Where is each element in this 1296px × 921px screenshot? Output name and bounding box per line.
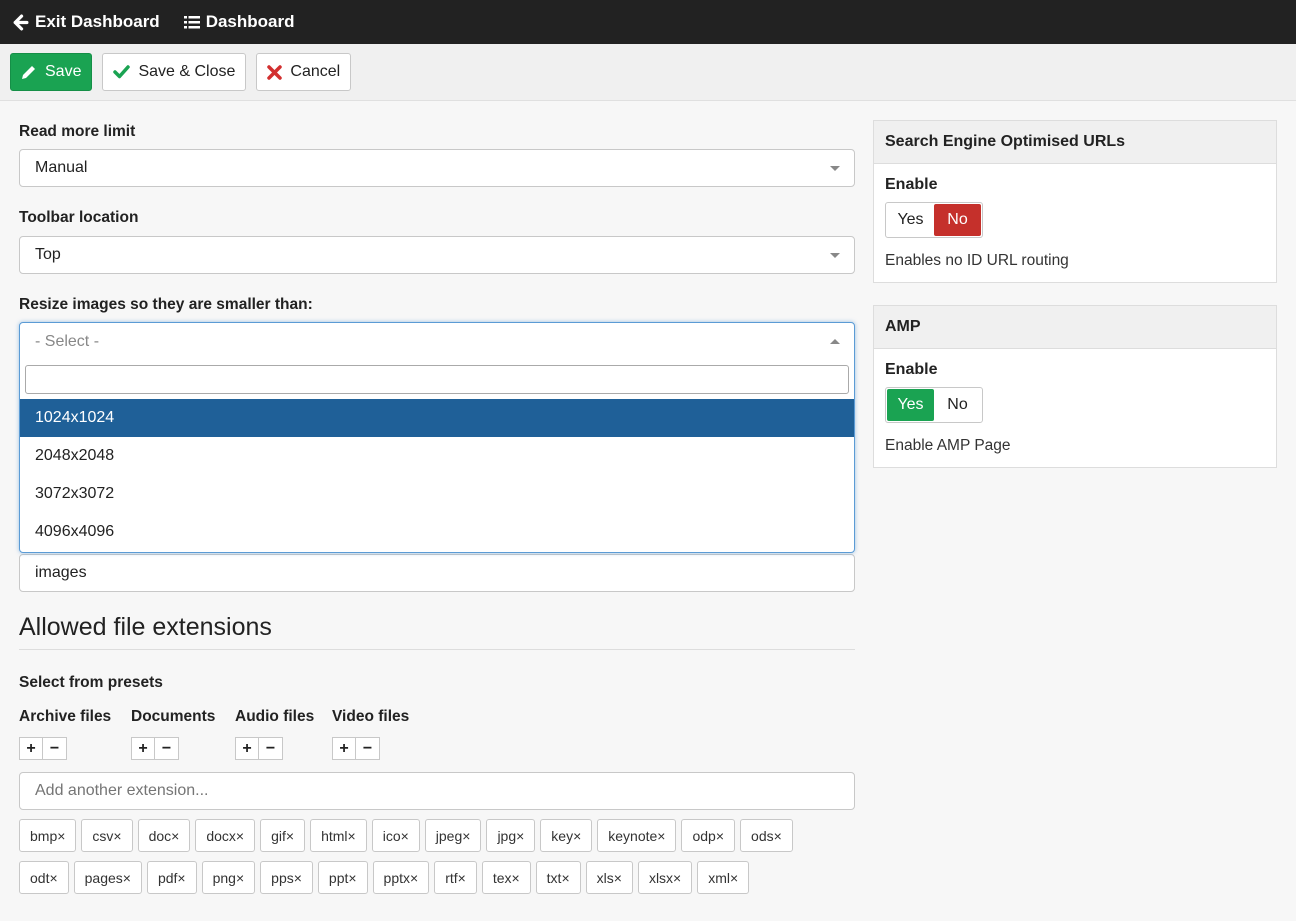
- amp-panel: AMP Enable Yes No Enable AMP Page: [873, 305, 1277, 468]
- check-icon: [113, 65, 131, 79]
- pencil-icon: [22, 66, 35, 79]
- seo-description: Enables no ID URL routing: [885, 252, 1069, 269]
- dropdown-option[interactable]: 2048x2048: [20, 437, 854, 475]
- amp-enable-toggle[interactable]: Yes No: [885, 387, 983, 423]
- extension-tag[interactable]: ppt×: [317, 861, 368, 894]
- yes-option[interactable]: Yes: [887, 204, 934, 236]
- chevron-down-icon: [830, 166, 840, 171]
- exit-dashboard-link[interactable]: Exit Dashboard: [12, 12, 160, 32]
- extension-tag[interactable]: gif×: [260, 819, 306, 852]
- extension-tag[interactable]: key×: [540, 819, 593, 852]
- extension-tags-row-2: odt× pages× pdf× png× pps× ppt× pptx× rtf× tex× t…: [19, 861, 819, 903]
- close-icon: [267, 64, 283, 80]
- preset-documents: Documents + −: [131, 708, 215, 760]
- dropdown-search-input[interactable]: [25, 365, 849, 394]
- extension-tag[interactable]: png×: [201, 861, 256, 894]
- amp-description: Enable AMP Page: [885, 437, 1011, 454]
- read-more-limit-value: Manual: [35, 159, 88, 176]
- plus-icon[interactable]: +: [131, 737, 155, 760]
- extension-tag[interactable]: doc×: [137, 819, 191, 852]
- toolbar-location-select[interactable]: Top: [19, 236, 855, 274]
- extension-tag[interactable]: xls×: [585, 861, 633, 894]
- extension-tag[interactable]: docx×: [195, 819, 256, 852]
- dashboard-link[interactable]: Dashboard: [183, 12, 295, 32]
- extension-tag[interactable]: xlsx×: [637, 861, 693, 894]
- minus-icon[interactable]: −: [259, 737, 283, 760]
- minus-icon[interactable]: −: [356, 737, 380, 760]
- seo-panel: Search Engine Optimised URLs Enable Yes …: [873, 120, 1277, 283]
- yes-option[interactable]: Yes: [887, 389, 934, 421]
- save-close-button[interactable]: Save & Close: [102, 53, 247, 91]
- dropdown-option[interactable]: 3072x3072: [20, 475, 854, 513]
- extension-tag[interactable]: odp×: [681, 819, 736, 852]
- chevron-down-icon: [830, 253, 840, 258]
- resize-images-select[interactable]: - Select -: [20, 323, 854, 361]
- extension-tag[interactable]: pps×: [260, 861, 313, 894]
- divider: [19, 649, 855, 650]
- extension-tags-row-1: bmp× csv× doc× docx× gif× html× ico× jpeg× jpg× k…: [19, 819, 819, 861]
- seo-enable-label: Enable: [885, 176, 938, 193]
- cancel-label: Cancel: [290, 63, 341, 80]
- allowed-extensions-heading: Allowed file extensions: [19, 613, 272, 641]
- preset-audio-files: Audio files + −: [235, 708, 314, 760]
- cancel-button[interactable]: Cancel: [256, 53, 352, 91]
- extension-tag[interactable]: xml×: [697, 861, 750, 894]
- seo-panel-title: Search Engine Optimised URLs: [874, 121, 1276, 164]
- amp-panel-title: AMP: [874, 306, 1276, 349]
- exit-dashboard-label: Exit Dashboard: [35, 12, 160, 31]
- dropdown-option[interactable]: 4096x4096: [20, 513, 854, 551]
- dropdown-option[interactable]: 1024x1024: [20, 399, 854, 437]
- plus-icon[interactable]: +: [19, 737, 43, 760]
- preset-label: Audio files: [235, 708, 315, 725]
- extension-tag[interactable]: html×: [310, 819, 367, 852]
- extension-tag[interactable]: csv×: [81, 819, 133, 852]
- extension-tag[interactable]: keynote×: [597, 819, 677, 852]
- save-button[interactable]: Save: [10, 53, 93, 91]
- preset-label: Archive files: [19, 708, 112, 725]
- extension-tag[interactable]: ico×: [371, 819, 420, 852]
- extension-tag[interactable]: pdf×: [146, 861, 197, 894]
- seo-enable-toggle[interactable]: Yes No: [885, 202, 983, 238]
- preset-archive-files: Archive files + −: [19, 708, 111, 760]
- plus-icon[interactable]: +: [235, 737, 259, 760]
- images-folder-field[interactable]: images: [19, 554, 855, 592]
- action-toolbar: Save Save & Close Cancel: [0, 44, 1296, 101]
- plus-icon[interactable]: +: [332, 737, 356, 760]
- dashboard-label: Dashboard: [205, 12, 295, 31]
- minus-icon[interactable]: −: [155, 737, 179, 760]
- extension-tag[interactable]: ods×: [740, 819, 793, 852]
- toolbar-location-label: Toolbar location: [19, 209, 139, 226]
- add-extension-input[interactable]: [19, 772, 855, 810]
- read-more-limit-label: Read more limit: [19, 123, 136, 140]
- extension-tag[interactable]: jpg×: [486, 819, 536, 852]
- extension-tag[interactable]: bmp×: [19, 819, 77, 852]
- resize-images-placeholder: - Select -: [35, 333, 100, 350]
- extension-tag[interactable]: jpeg×: [424, 819, 482, 852]
- top-bar: Exit Dashboard Dashboard: [0, 0, 1296, 44]
- no-option[interactable]: No: [934, 389, 981, 421]
- save-close-label: Save & Close: [138, 63, 236, 80]
- arrow-left-icon: [13, 14, 29, 30]
- extension-tag[interactable]: txt×: [535, 861, 581, 894]
- read-more-limit-select[interactable]: Manual: [19, 149, 855, 187]
- save-label: Save: [45, 63, 82, 80]
- list-icon: [183, 15, 200, 28]
- extension-tag[interactable]: odt×: [19, 861, 69, 894]
- presets-label: Select from presets: [19, 674, 163, 691]
- extension-tag[interactable]: tex×: [481, 861, 531, 894]
- preset-label: Documents: [131, 708, 216, 725]
- chevron-up-icon: [830, 339, 840, 344]
- resize-images-dropdown[interactable]: - Select - 1024x1024 2048x2048 3072x3072…: [19, 322, 855, 553]
- extension-tag[interactable]: pages×: [73, 861, 142, 894]
- no-option[interactable]: No: [934, 204, 981, 236]
- toolbar-location-value: Top: [35, 246, 61, 263]
- preset-video-files: Video files + −: [332, 708, 409, 760]
- extension-tag[interactable]: rtf×: [434, 861, 477, 894]
- extension-tag[interactable]: pptx×: [372, 861, 430, 894]
- preset-label: Video files: [332, 708, 410, 725]
- minus-icon[interactable]: −: [43, 737, 67, 760]
- resize-images-label: Resize images so they are smaller than:: [19, 296, 313, 313]
- images-folder-value: images: [35, 564, 87, 581]
- amp-enable-label: Enable: [885, 361, 938, 378]
